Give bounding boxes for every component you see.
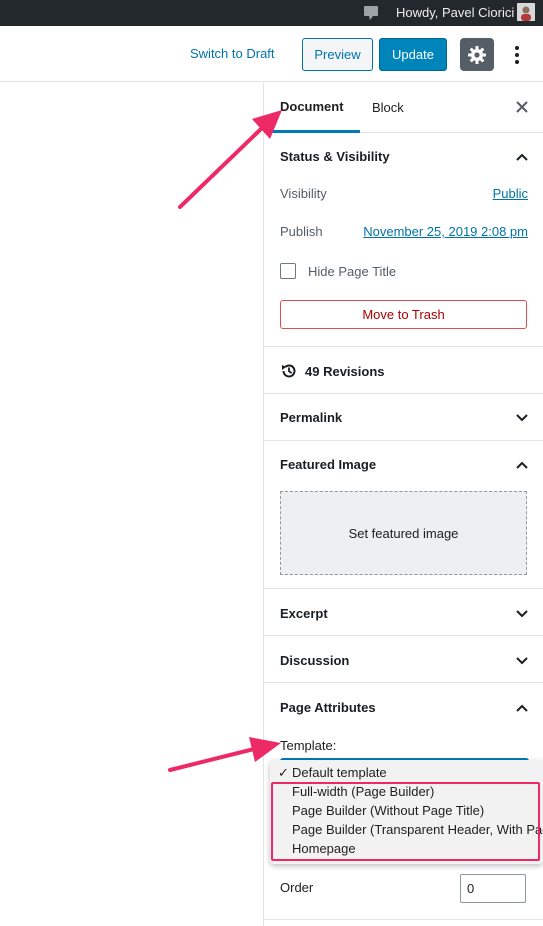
chevron-up-icon[interactable] xyxy=(515,150,529,164)
featured-image-title[interactable]: Featured Image xyxy=(280,457,376,472)
comment-bubble-icon[interactable] xyxy=(362,4,380,21)
visibility-value-link[interactable]: Public xyxy=(493,186,528,201)
settings-button[interactable] xyxy=(460,38,494,71)
hide-page-title-label[interactable]: Hide Page Title xyxy=(308,264,396,279)
template-option-label: Default template xyxy=(292,765,387,780)
visibility-label: Visibility xyxy=(280,186,327,201)
status-visibility-title[interactable]: Status & Visibility xyxy=(280,149,390,164)
order-label: Order xyxy=(280,880,314,895)
publish-label: Publish xyxy=(280,224,323,239)
annotation-highlight-box xyxy=(271,782,540,861)
preview-button[interactable]: Preview xyxy=(302,38,373,71)
howdy-greeting[interactable]: Howdy, Pavel Ciorici xyxy=(396,5,514,20)
featured-image-panel: Featured Image Set featured image xyxy=(264,441,543,589)
update-button[interactable]: Update xyxy=(379,38,447,71)
excerpt-panel: Excerpt xyxy=(264,589,543,636)
status-visibility-panel: Status & Visibility Visibility Public Pu… xyxy=(264,133,543,347)
tab-document[interactable]: Document xyxy=(264,83,360,133)
discussion-title[interactable]: Discussion xyxy=(280,653,349,668)
publish-date-link[interactable]: November 25, 2019 2:08 pm xyxy=(363,224,528,239)
admin-bar: Howdy, Pavel Ciorici xyxy=(0,0,543,26)
revisions-label[interactable]: 49 Revisions xyxy=(305,364,385,379)
template-option-default[interactable]: ✓ Default template xyxy=(270,763,543,782)
editor-header: Switch to Draft Preview Update xyxy=(0,26,543,82)
chevron-up-icon[interactable] xyxy=(515,701,529,715)
gear-icon xyxy=(468,45,486,64)
permalink-panel: Permalink xyxy=(264,394,543,441)
permalink-title[interactable]: Permalink xyxy=(280,410,342,425)
template-label: Template: xyxy=(280,738,337,753)
checkmark-icon: ✓ xyxy=(278,765,289,780)
sidebar-tabs: Document Block xyxy=(264,83,543,133)
vertical-ellipsis-icon xyxy=(515,45,519,64)
revisions-panel[interactable]: 49 Revisions xyxy=(264,347,543,394)
excerpt-title[interactable]: Excerpt xyxy=(280,606,328,621)
switch-to-draft-button[interactable]: Switch to Draft xyxy=(184,40,281,68)
tab-block[interactable]: Block xyxy=(356,83,420,133)
chevron-up-icon[interactable] xyxy=(515,458,529,472)
chevron-down-icon[interactable] xyxy=(515,607,529,621)
page-attributes-title[interactable]: Page Attributes xyxy=(280,700,376,715)
user-avatar[interactable] xyxy=(517,3,535,21)
close-icon[interactable] xyxy=(515,100,529,114)
history-icon xyxy=(282,364,296,378)
more-options-button[interactable] xyxy=(508,38,526,71)
set-featured-image-button[interactable]: Set featured image xyxy=(280,491,527,575)
chevron-down-icon[interactable] xyxy=(515,654,529,668)
move-to-trash-button[interactable]: Move to Trash xyxy=(280,300,527,329)
chevron-down-icon[interactable] xyxy=(515,411,529,425)
hide-page-title-checkbox[interactable] xyxy=(280,263,296,279)
order-input[interactable]: 0 xyxy=(460,874,526,903)
discussion-panel: Discussion xyxy=(264,636,543,683)
